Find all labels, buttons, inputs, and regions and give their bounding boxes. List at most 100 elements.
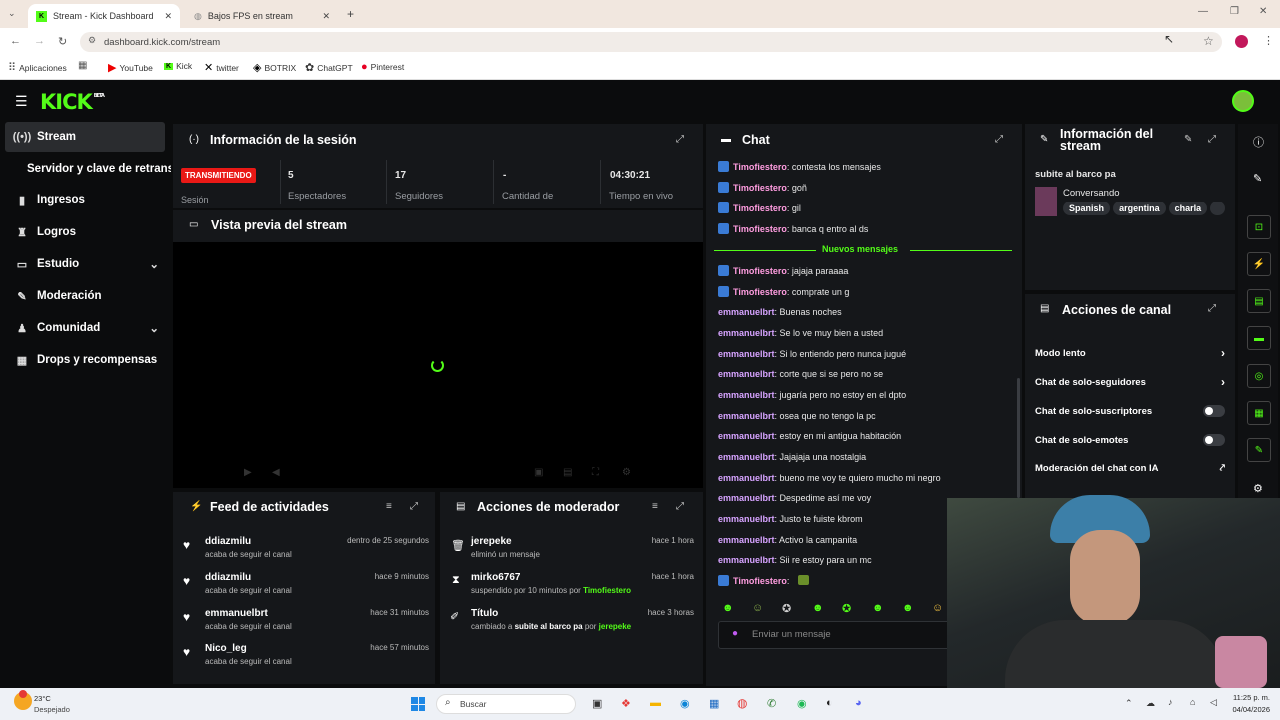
discord-icon[interactable]: ◕ bbox=[855, 697, 862, 709]
expand-icon[interactable]: ⤢ bbox=[410, 501, 418, 512]
kick-logo[interactable]: KICK BETA bbox=[40, 90, 105, 114]
expand-icon[interactable]: ⤢ bbox=[1208, 134, 1216, 145]
expand-icon[interactable]: ⤢ bbox=[1208, 303, 1216, 314]
browser-menu-icon[interactable]: ⋮ bbox=[1263, 34, 1274, 47]
sidebar-item-stream[interactable]: ((•)) Stream bbox=[5, 122, 165, 152]
profile-avatar[interactable] bbox=[1235, 35, 1248, 48]
maximize-icon[interactable]: ❐ bbox=[1230, 6, 1239, 17]
theater-icon[interactable]: ▤ bbox=[563, 467, 572, 478]
sidebar-item-ingresos[interactable]: ▮ Ingresos bbox=[5, 185, 165, 215]
filter-icon[interactable]: ≡ bbox=[386, 501, 392, 512]
emote-icon[interactable]: ☺ bbox=[932, 602, 943, 614]
quick-action-icon[interactable]: ▬ bbox=[1247, 326, 1271, 350]
expand-icon[interactable]: ⤢ bbox=[995, 134, 1003, 145]
emote-icon[interactable]: ☻ bbox=[722, 602, 734, 614]
clock-date[interactable]: 04/04/2026 bbox=[1226, 705, 1270, 714]
pencil-icon[interactable]: ✎ bbox=[1253, 172, 1262, 185]
fullscreen-icon[interactable]: ⛶ bbox=[592, 467, 599, 478]
chat-username[interactable]: emmanuelbrt bbox=[718, 411, 775, 421]
tag-chip[interactable]: charla bbox=[1168, 202, 1208, 215]
tab-bajos-fps[interactable]: ◍ Bajos FPS en stream ✕ bbox=[186, 4, 338, 28]
chat-username[interactable]: emmanuelbrt bbox=[718, 452, 775, 462]
file-explorer-icon[interactable]: ▬ bbox=[650, 697, 661, 709]
feed-user[interactable]: ddiazmilu bbox=[205, 572, 251, 583]
microphone-icon[interactable]: ● bbox=[732, 628, 738, 639]
store-icon[interactable]: ▦ bbox=[709, 697, 719, 710]
mod-target[interactable]: mirko6767 bbox=[471, 572, 520, 583]
hamburger-menu-icon[interactable]: ☰ bbox=[15, 93, 28, 110]
mod-by-user[interactable]: jerepeke bbox=[599, 622, 631, 631]
edge-icon[interactable]: ◉ bbox=[680, 697, 690, 710]
edit-icon[interactable]: ✎ bbox=[1184, 134, 1192, 145]
close-window-icon[interactable]: ✕ bbox=[1259, 6, 1267, 17]
reload-icon[interactable]: ↻ bbox=[58, 35, 67, 48]
slow-mode-row[interactable]: Modo lento › bbox=[1035, 346, 1225, 360]
copilot-icon[interactable]: ❖ bbox=[621, 697, 631, 710]
forward-icon[interactable]: → bbox=[34, 35, 45, 47]
expand-icon[interactable]: ⤢ bbox=[676, 134, 684, 145]
bookmark-botrix[interactable]: ◈ BOTRIX bbox=[253, 61, 296, 74]
feed-user[interactable]: Nico_leg bbox=[205, 643, 247, 654]
quick-action-icon[interactable]: ▦ bbox=[1247, 401, 1271, 425]
bookmark-youtube[interactable]: ▶ YouTube bbox=[108, 61, 153, 74]
site-info-icon[interactable]: ⚙ bbox=[88, 35, 96, 46]
bookmark-kick[interactable]: K Kick bbox=[164, 61, 192, 71]
chat-username[interactable]: emmanuelbrt bbox=[718, 535, 775, 545]
new-tab-icon[interactable]: + bbox=[347, 7, 354, 21]
filter-icon[interactable]: ≡ bbox=[652, 501, 658, 512]
sidebar-item-logros[interactable]: ♜ Logros bbox=[5, 217, 165, 247]
chat-username[interactable]: emmanuelbrt bbox=[718, 369, 775, 379]
chat-username[interactable]: emmanuelbrt bbox=[718, 390, 775, 400]
back-icon[interactable]: ← bbox=[10, 35, 21, 47]
emote-icon[interactable]: ✪ bbox=[842, 602, 851, 615]
sidebar-item-server-key[interactable]: Servidor y clave de retransmisión bbox=[5, 154, 171, 184]
ai-moderation-row[interactable]: Moderación del chat con IA ⤤ bbox=[1035, 463, 1225, 474]
chat-username[interactable]: emmanuelbrt bbox=[718, 514, 775, 524]
followers-only-row[interactable]: Chat de solo-seguidores › bbox=[1035, 375, 1225, 389]
chrome-icon[interactable]: ◍ bbox=[737, 696, 747, 710]
emote-icon[interactable]: ☻ bbox=[902, 602, 914, 614]
chat-username[interactable]: Timofiestero bbox=[733, 266, 787, 276]
bookmark-chatgpt[interactable]: ✿ ChatGPT bbox=[305, 61, 353, 74]
chat-username[interactable]: Timofiestero bbox=[733, 576, 787, 586]
feed-user[interactable]: emmanuelbrt bbox=[205, 608, 268, 619]
chat-username[interactable]: emmanuelbrt bbox=[718, 493, 775, 503]
chat-username[interactable]: emmanuelbrt bbox=[718, 431, 775, 441]
quick-action-icon[interactable]: ▤ bbox=[1247, 289, 1271, 313]
tag-chip[interactable]: Spanish bbox=[1063, 202, 1111, 215]
spotify-icon[interactable]: ◉ bbox=[797, 697, 807, 710]
chat-username[interactable]: Timofiestero bbox=[733, 183, 787, 193]
sidebar-item-estudio[interactable]: ▭ Estudio ⌄ bbox=[5, 249, 165, 279]
tab-list-icon[interactable]: ⌄ bbox=[8, 8, 16, 19]
chat-username[interactable]: Timofiestero bbox=[733, 287, 787, 297]
close-tab-icon[interactable]: ✕ bbox=[164, 11, 172, 22]
chat-username[interactable]: emmanuelbrt bbox=[718, 349, 775, 359]
tray-chevron-icon[interactable]: ⌃ bbox=[1125, 698, 1133, 709]
emotes-only-toggle[interactable] bbox=[1203, 434, 1225, 446]
mod-by-user[interactable]: Timofiestero bbox=[583, 586, 631, 595]
chat-username[interactable]: Timofiestero bbox=[733, 162, 787, 172]
tab-kick-dashboard[interactable]: K Stream - Kick Dashboard ✕ bbox=[28, 4, 180, 28]
settings-icon[interactable]: ⚙ bbox=[622, 467, 631, 478]
settings-icon[interactable]: ⚙ bbox=[1253, 482, 1263, 495]
tag-chip[interactable] bbox=[1210, 202, 1225, 215]
minimize-icon[interactable]: — bbox=[1198, 6, 1208, 17]
mute-icon[interactable]: ◀ bbox=[272, 467, 280, 478]
volume-icon[interactable]: ◁ bbox=[1210, 697, 1217, 708]
chat-username[interactable]: emmanuelbrt bbox=[718, 555, 775, 565]
bookmark-pinterest[interactable]: ● Pinterest bbox=[361, 61, 404, 73]
network-icon[interactable]: ⌂ bbox=[1190, 697, 1195, 707]
whatsapp-icon[interactable]: ✆ bbox=[767, 697, 776, 710]
emote-icon[interactable]: ☻ bbox=[812, 602, 824, 614]
tab-groups-icon[interactable]: ▦ bbox=[78, 60, 87, 71]
quick-action-icon[interactable]: ◎ bbox=[1247, 364, 1271, 388]
close-tab-icon[interactable]: ✕ bbox=[322, 11, 330, 22]
quick-action-icon[interactable]: ⚡ bbox=[1247, 252, 1271, 276]
sidebar-item-comunidad[interactable]: ♟ Comunidad ⌄ bbox=[5, 313, 165, 343]
taskbar-search[interactable] bbox=[436, 694, 576, 714]
pip-icon[interactable]: ▣ bbox=[534, 467, 543, 478]
play-icon[interactable]: ▶ bbox=[244, 467, 252, 478]
obs-icon[interactable]: ◐ bbox=[826, 697, 833, 709]
feed-user[interactable]: ddiazmilu bbox=[205, 536, 251, 547]
user-avatar[interactable] bbox=[1232, 90, 1254, 112]
